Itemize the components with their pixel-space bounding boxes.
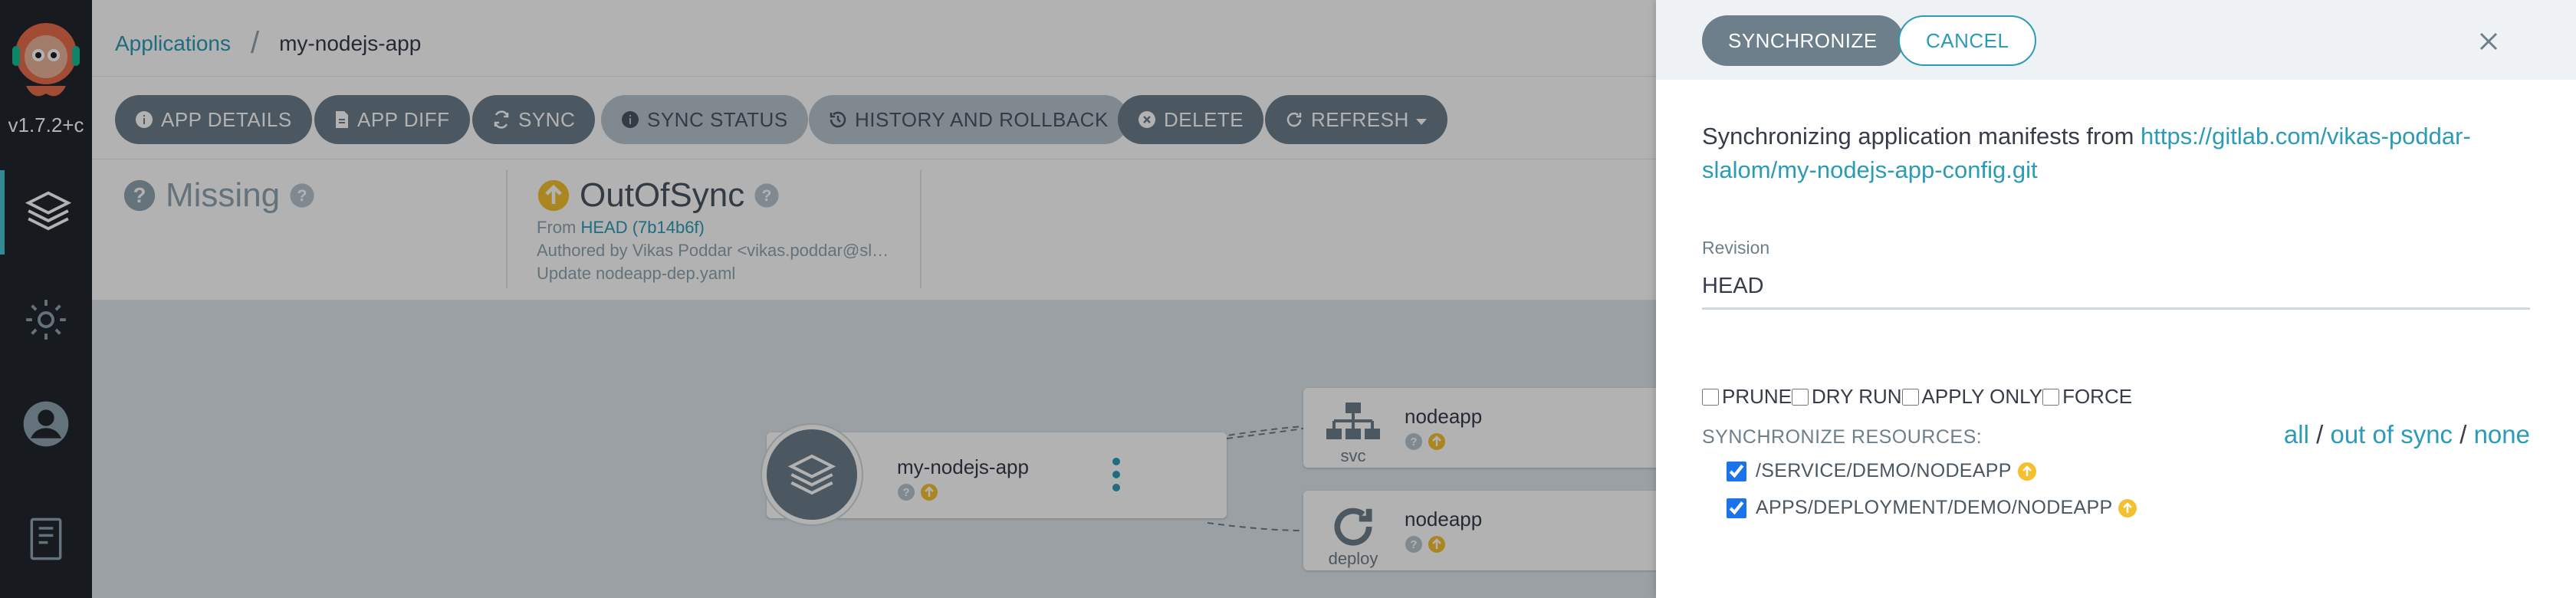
filter-out-of-sync-link[interactable]: out of sync bbox=[2330, 420, 2453, 449]
prune-label: PRUNE bbox=[1722, 385, 1792, 408]
arrow-circle-up-icon bbox=[2118, 498, 2137, 518]
sync-options: PRUNE DRY RUN APPLY ONLY FORCE bbox=[1702, 385, 2132, 409]
close-icon[interactable] bbox=[2473, 26, 2504, 57]
resource-checkbox[interactable] bbox=[1727, 498, 1746, 518]
resource-item[interactable]: /SERVICE/DEMO/NODEAPP bbox=[1727, 460, 2036, 482]
prune-option[interactable]: PRUNE bbox=[1702, 385, 1792, 409]
arrow-circle-up-icon bbox=[2017, 462, 2036, 481]
sync-panel: SYNCHRONIZE CANCEL Synchronizing applica… bbox=[1656, 0, 2576, 598]
filter-all-link[interactable]: all bbox=[2284, 420, 2309, 449]
description-prefix: Synchronizing application manifests from bbox=[1702, 123, 2141, 150]
dry-run-option[interactable]: DRY RUN bbox=[1792, 385, 1902, 409]
resource-filter-links: all / out of sync / none bbox=[2283, 420, 2530, 449]
prune-checkbox[interactable] bbox=[1702, 388, 1719, 406]
resources-title: SYNCHRONIZE RESOURCES: bbox=[1702, 426, 1983, 448]
cancel-button[interactable]: CANCEL bbox=[1898, 15, 2037, 66]
revision-label: Revision bbox=[1702, 238, 1770, 258]
sync-description: Synchronizing application manifests from… bbox=[1702, 120, 2499, 187]
apply-only-checkbox[interactable] bbox=[1901, 388, 1919, 406]
synchronize-button[interactable]: SYNCHRONIZE bbox=[1702, 15, 1904, 66]
force-label: FORCE bbox=[2062, 385, 2133, 408]
panel-header: SYNCHRONIZE CANCEL bbox=[1656, 0, 2576, 80]
force-option[interactable]: FORCE bbox=[2042, 385, 2132, 409]
apply-only-label: APPLY ONLY bbox=[1921, 385, 2043, 408]
force-checkbox[interactable] bbox=[2042, 388, 2060, 406]
resource-label: /SERVICE/DEMO/NODEAPP bbox=[1756, 460, 2012, 481]
resource-label: APPS/DEPLOYMENT/DEMO/NODEAPP bbox=[1756, 497, 2113, 518]
resource-checkbox[interactable] bbox=[1727, 461, 1746, 481]
dry-run-label: DRY RUN bbox=[1812, 385, 1902, 408]
dry-run-checkbox[interactable] bbox=[1792, 388, 1809, 406]
revision-input[interactable] bbox=[1702, 265, 2530, 310]
filter-none-link[interactable]: none bbox=[2474, 420, 2530, 449]
resource-item[interactable]: APPS/DEPLOYMENT/DEMO/NODEAPP bbox=[1727, 497, 2137, 519]
apply-only-option[interactable]: APPLY ONLY bbox=[1901, 385, 2043, 409]
modal-backdrop[interactable] bbox=[0, 0, 1656, 598]
